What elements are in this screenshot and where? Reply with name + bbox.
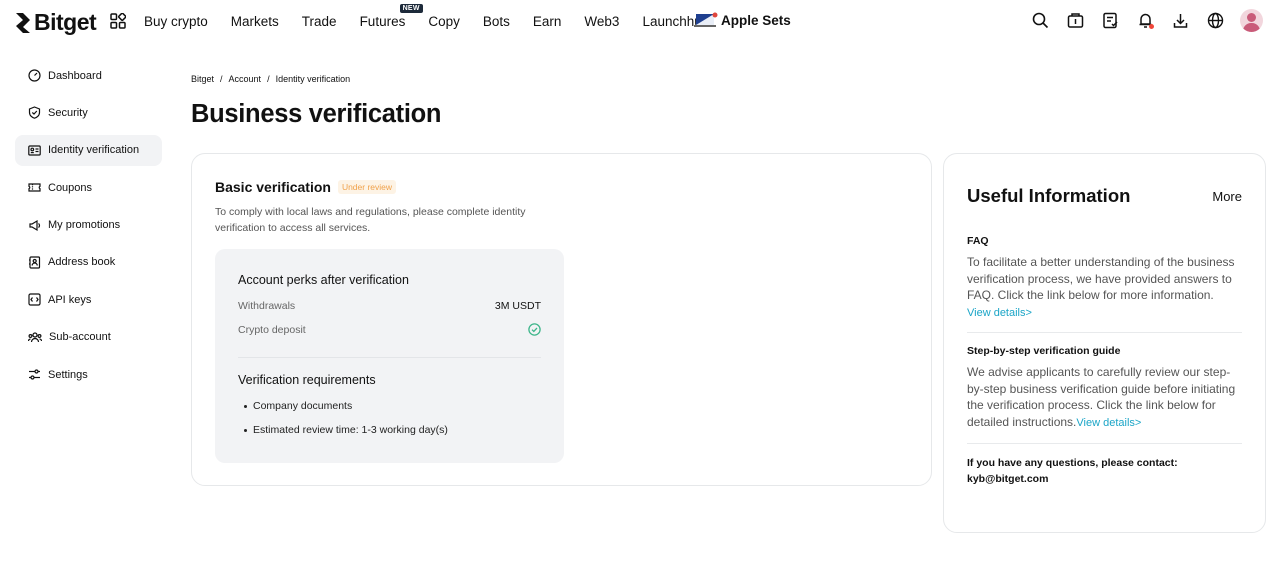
notification-dot: [1149, 23, 1154, 29]
requirement-item: Estimated review time: 1-3 working day(s…: [244, 424, 448, 436]
basic-verification-description: To comply with local laws and regulation…: [215, 206, 526, 234]
nav-futures-label: Futures: [359, 14, 406, 29]
top-navigation-bar: Bitget Buy crypto Markets Trade Futures N…: [0, 0, 1280, 43]
guide-view-details-link[interactable]: View details>: [1076, 417, 1141, 429]
faq-label: FAQ: [967, 235, 989, 247]
new-badge: NEW: [399, 4, 423, 13]
sidebar-item-label: Identity verification: [48, 144, 140, 157]
requirement-item: Company documents: [244, 400, 352, 412]
perks-title: Account perks after verification: [238, 273, 409, 287]
withdrawals-value: 3M USDT: [494, 300, 541, 312]
faq-text: To facilitate a better understanding of …: [967, 255, 1235, 302]
contact-email[interactable]: kyb@bitget.com: [967, 473, 1048, 485]
basic-verification-card: Basic verification Under review To compl…: [191, 153, 932, 486]
nav-trade[interactable]: Trade: [302, 14, 337, 29]
id-card-icon: [28, 145, 41, 156]
sidebar-item-label: API keys: [48, 293, 92, 306]
sidebar-item-identity-verification[interactable]: Identity verification: [15, 134, 162, 166]
sidebar-item-label: Dashboard: [48, 69, 102, 82]
useful-information-card: Useful Information More FAQ To facilitat…: [943, 153, 1266, 533]
breadcrumb: Bitget / Account / Identity verification: [191, 74, 350, 84]
contact-text: If you have any questions, please contac…: [967, 457, 1178, 469]
wallet-icon[interactable]: [1065, 11, 1085, 31]
nav-bots[interactable]: Bots: [483, 14, 510, 29]
bell-icon[interactable]: [1135, 11, 1155, 31]
info-divider: [967, 443, 1242, 444]
download-icon[interactable]: [1170, 11, 1190, 31]
sidebar-item-label: Sub-account: [49, 331, 111, 344]
sidebar-item-address-book[interactable]: Address book: [15, 247, 162, 278]
faq-view-details-link[interactable]: View details>: [967, 307, 1032, 319]
perks-divider: [238, 357, 541, 358]
check-circle-icon: [528, 323, 541, 336]
status-badge: Under review: [337, 180, 397, 194]
requirements-title: Verification requirements: [238, 373, 376, 387]
contact-block: If you have any questions, please contac…: [967, 455, 1242, 487]
api-icon: [28, 293, 41, 306]
nav-futures[interactable]: Futures NEW: [359, 4, 423, 29]
sidebar-item-my-promotions[interactable]: My promotions: [15, 210, 162, 241]
faq-text-block: To facilitate a better understanding of …: [967, 254, 1242, 321]
breadcrumb-separator: /: [267, 74, 270, 84]
globe-icon[interactable]: [1205, 11, 1225, 31]
breadcrumb-bitget[interactable]: Bitget: [191, 74, 214, 84]
nav-web3[interactable]: Web3: [584, 14, 619, 29]
basic-verification-header: Basic verification Under review: [215, 179, 397, 195]
sidebar-item-coupons[interactable]: Coupons: [15, 172, 162, 203]
logo-text: Bitget: [34, 9, 97, 35]
bitget-logo[interactable]: Bitget: [14, 9, 97, 36]
dashboard-icon: [28, 69, 41, 82]
avatar[interactable]: [1240, 9, 1263, 32]
header-actions: [1030, 9, 1263, 32]
promotion-icon: [29, 219, 41, 231]
sidebar-item-sub-account[interactable]: Sub-account: [15, 322, 162, 353]
account-perks-panel: Account perks after verification Withdra…: [215, 249, 564, 463]
sidebar-item-label: Security: [48, 106, 88, 119]
breadcrumb-separator: /: [220, 74, 223, 84]
address-book-icon: [29, 256, 41, 269]
nav-earn[interactable]: Earn: [533, 14, 562, 29]
main-nav: Buy crypto Markets Trade Futures NEW Copy…: [144, 0, 732, 43]
requirement-text: Company documents: [253, 400, 353, 412]
more-link[interactable]: More: [1212, 189, 1242, 204]
sidebar-item-label: Settings: [48, 368, 88, 381]
sidebar-item-label: Address book: [48, 256, 116, 269]
breadcrumb-identity-verification: Identity verification: [275, 74, 351, 84]
coupon-icon: [28, 183, 41, 192]
guide-label: Step-by-step verification guide: [967, 345, 1121, 357]
users-icon: [28, 332, 42, 342]
guide-text-block: We advise applicants to carefully review…: [967, 364, 1242, 431]
sidebar-item-label: Coupons: [48, 181, 93, 194]
account-sidebar: Dashboard Security Identity verification…: [15, 60, 162, 397]
perk-row-withdrawals: Withdrawals 3M USDT: [238, 300, 541, 312]
breadcrumb-account[interactable]: Account: [229, 74, 262, 84]
settings-icon: [29, 369, 40, 380]
requirement-text: Estimated review time: 1-3 working day(s…: [253, 424, 448, 436]
nav-buy-crypto[interactable]: Buy crypto: [144, 14, 208, 29]
shield-icon: [28, 106, 41, 120]
promo-laptop-icon: [694, 12, 718, 27]
nav-copy[interactable]: Copy: [428, 14, 460, 29]
info-divider: [967, 332, 1242, 333]
sidebar-item-dashboard[interactable]: Dashboard: [15, 60, 162, 91]
sidebar-item-api-keys[interactable]: API keys: [15, 284, 162, 315]
crypto-deposit-label: Crypto deposit: [238, 323, 306, 336]
sidebar-item-settings[interactable]: Settings: [15, 359, 162, 390]
orders-icon[interactable]: [1100, 11, 1120, 31]
search-icon[interactable]: [1030, 11, 1050, 31]
withdrawals-label: Withdrawals: [238, 300, 296, 312]
sidebar-item-security[interactable]: Security: [15, 97, 162, 128]
nav-markets[interactable]: Markets: [231, 14, 279, 29]
bitget-logo-icon: [16, 12, 30, 33]
page-title: Business verification: [191, 100, 442, 128]
basic-verification-title: Basic verification: [215, 179, 331, 195]
promo-label: Apple Sets: [721, 12, 791, 28]
apple-sets-promo[interactable]: Apple Sets: [694, 12, 791, 28]
apps-grid-icon[interactable]: [110, 12, 127, 34]
useful-information-title: Useful Information: [967, 185, 1131, 206]
sidebar-item-label: My promotions: [48, 219, 121, 232]
perk-row-crypto-deposit: Crypto deposit: [238, 323, 541, 336]
